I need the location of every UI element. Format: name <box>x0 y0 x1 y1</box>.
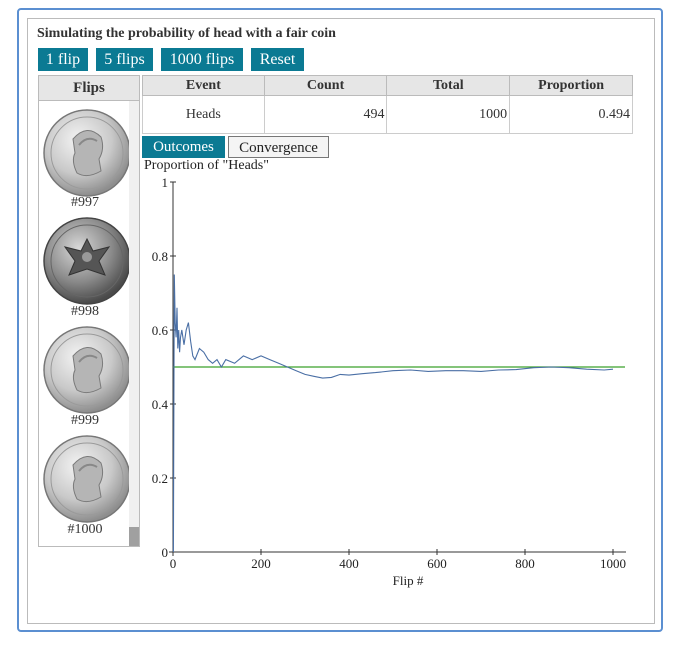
flips-panel[interactable]: Flips #997 #998 #999 #1000 <box>38 75 140 547</box>
coin-heads-icon <box>43 109 131 197</box>
series-line <box>172 274 614 553</box>
x-tick-label: 1000 <box>600 556 626 571</box>
coin-heads-icon <box>43 435 131 523</box>
tab-outcomes[interactable]: Outcomes <box>142 136 225 158</box>
coin-label: #998 <box>71 304 99 319</box>
x-tick-label: 400 <box>339 556 359 571</box>
flips-header: Flips <box>39 76 139 101</box>
convergence-chart: 0 0.2 0.4 0.6 0.8 1 0 200 400 600 800 1000 Flip # <box>152 175 626 588</box>
y-tick-label: 1 <box>162 175 169 190</box>
table-header-row: Event Count Total Proportion <box>142 75 633 96</box>
one-flip-button[interactable]: 1 flip <box>38 48 88 71</box>
scrollbar-thumb[interactable] <box>129 527 139 546</box>
x-tick-label: 200 <box>251 556 271 571</box>
app-title: Simulating the probability of head with … <box>37 26 336 41</box>
stats-table: Event Count Total Proportion Heads 494 1… <box>142 75 633 134</box>
x-axis-label: Flip # <box>393 573 424 588</box>
coin-tails-icon <box>43 217 131 305</box>
five-flips-button[interactable]: 5 flips <box>96 48 153 71</box>
thousand-flips-button[interactable]: 1000 flips <box>161 48 243 71</box>
header-total: Total <box>386 75 511 96</box>
cell-event: Heads <box>142 95 265 134</box>
reset-button[interactable]: Reset <box>251 48 304 71</box>
cell-count: 494 <box>263 95 388 134</box>
flips-scrollbar[interactable] <box>129 101 139 546</box>
y-tick-label: 0.8 <box>152 249 168 264</box>
header-event: Event <box>142 75 265 96</box>
x-tick-label: 800 <box>515 556 535 571</box>
y-tick-label: 0.4 <box>152 397 169 412</box>
y-tick-label: 0.6 <box>152 323 169 338</box>
y-tick-label: 0.2 <box>152 471 168 486</box>
coin-label: #999 <box>71 413 99 428</box>
coin-heads-icon <box>43 326 131 414</box>
header-count: Count <box>263 75 388 96</box>
y-tick-label: 0 <box>162 545 169 560</box>
cell-proportion: 0.494 <box>509 95 633 134</box>
header-proportion: Proportion <box>509 75 633 96</box>
x-tick-label: 0 <box>170 556 177 571</box>
coin-label: #1000 <box>67 522 103 537</box>
cell-total: 1000 <box>386 95 511 134</box>
x-tick-label: 600 <box>427 556 447 571</box>
table-row: Heads 494 1000 0.494 <box>142 95 633 134</box>
coin-label: #997 <box>71 195 99 210</box>
tab-convergence[interactable]: Convergence <box>228 136 329 158</box>
